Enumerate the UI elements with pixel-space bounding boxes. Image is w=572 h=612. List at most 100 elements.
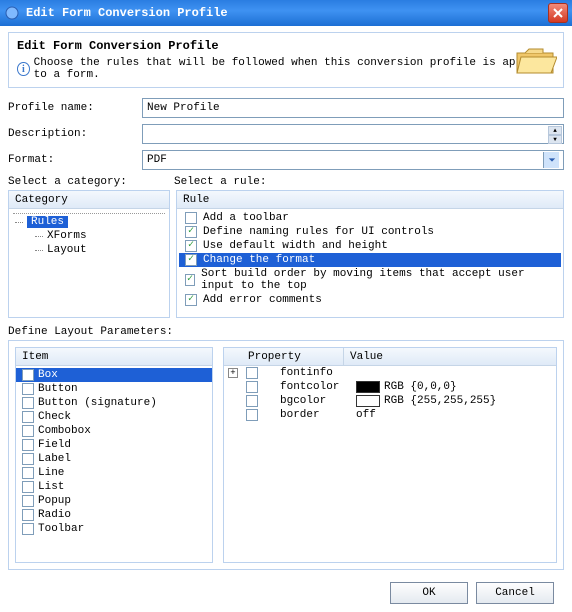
property-name: bgcolor xyxy=(262,395,352,407)
item-row[interactable]: Label xyxy=(16,452,212,466)
checkbox[interactable] xyxy=(22,523,34,535)
rule-item[interactable]: Sort build order by moving items that ac… xyxy=(179,267,561,293)
expand-icon[interactable]: + xyxy=(228,368,238,378)
checkbox[interactable] xyxy=(22,425,34,437)
item-row[interactable]: Line xyxy=(16,466,212,480)
checkbox[interactable] xyxy=(22,397,34,409)
checkbox[interactable] xyxy=(185,226,197,238)
item-label: Check xyxy=(38,411,71,423)
chevron-down-icon[interactable] xyxy=(543,152,559,168)
ok-button[interactable]: OK xyxy=(390,582,468,604)
expand-column xyxy=(224,356,242,358)
description-label: Description: xyxy=(8,128,142,140)
category-panel: Category RulesXFormsLayout xyxy=(8,190,170,318)
checkbox[interactable] xyxy=(185,254,197,266)
item-label: Box xyxy=(38,369,58,381)
item-label: Toolbar xyxy=(38,523,84,535)
property-name: fontcolor xyxy=(262,381,352,393)
cancel-button[interactable]: Cancel xyxy=(476,582,554,604)
item-label: Button xyxy=(38,383,78,395)
item-label: Line xyxy=(38,467,64,479)
checkbox[interactable] xyxy=(22,439,34,451)
rule-label: Use default width and height xyxy=(203,240,388,252)
checkbox[interactable] xyxy=(185,212,197,224)
rule-item[interactable]: Add error comments xyxy=(179,293,561,307)
item-row[interactable]: Button xyxy=(16,382,212,396)
checkbox[interactable] xyxy=(22,509,34,521)
spin-up-icon[interactable]: ▲ xyxy=(548,126,562,135)
checkbox[interactable] xyxy=(22,383,34,395)
rule-panel: Rule Add a toolbarDefine naming rules fo… xyxy=(176,190,564,318)
rule-label: Sort build order by moving items that ac… xyxy=(201,268,555,292)
format-label: Format: xyxy=(8,154,142,166)
select-category-label: Select a category: xyxy=(8,176,174,188)
profile-name-input[interactable] xyxy=(142,98,564,118)
property-row[interactable]: + fontinfo xyxy=(224,366,556,380)
select-rule-label: Select a rule: xyxy=(174,176,266,188)
checkbox[interactable] xyxy=(22,467,34,479)
checkbox[interactable] xyxy=(185,240,197,252)
rule-label: Define naming rules for UI controls xyxy=(203,226,434,238)
category-item[interactable]: Layout xyxy=(33,243,165,257)
item-label: Label xyxy=(38,453,71,465)
item-row[interactable]: Check xyxy=(16,410,212,424)
close-button[interactable] xyxy=(548,3,568,23)
item-row[interactable]: Toolbar xyxy=(16,522,212,536)
page-title: Edit Form Conversion Profile xyxy=(17,39,555,53)
profile-name-label: Profile name: xyxy=(8,102,142,114)
checkbox[interactable] xyxy=(185,294,197,306)
item-row[interactable]: Field xyxy=(16,438,212,452)
property-name: border xyxy=(262,409,352,421)
value-header: Value xyxy=(344,348,556,365)
rule-item[interactable]: Use default width and height xyxy=(179,239,561,253)
rule-label: Add a toolbar xyxy=(203,212,289,224)
category-item[interactable]: Rules xyxy=(13,213,165,229)
item-row[interactable]: Popup xyxy=(16,494,212,508)
description-input[interactable]: ▲ ▼ xyxy=(142,124,564,144)
item-label: Popup xyxy=(38,495,71,507)
rule-item[interactable]: Define naming rules for UI controls xyxy=(179,225,561,239)
item-row[interactable]: Button (signature) xyxy=(16,396,212,410)
item-label: Combobox xyxy=(38,425,91,437)
item-label: Field xyxy=(38,439,71,451)
property-panel: Property Value + fontinfo fontcolor RGB {0,… xyxy=(223,347,557,563)
checkbox[interactable] xyxy=(22,481,34,493)
window-title: Edit Form Conversion Profile xyxy=(26,6,548,20)
checkbox[interactable] xyxy=(22,495,34,507)
checkbox[interactable] xyxy=(22,411,34,423)
checkbox[interactable] xyxy=(22,453,34,465)
format-combo[interactable]: PDF xyxy=(142,150,564,170)
format-value: PDF xyxy=(147,154,543,166)
property-value: off xyxy=(356,409,552,421)
color-swatch xyxy=(356,381,380,393)
property-row[interactable]: bgcolorRGB {255,255,255} xyxy=(224,394,556,408)
checkbox[interactable] xyxy=(246,381,258,393)
checkbox[interactable] xyxy=(22,369,34,381)
item-row[interactable]: Radio xyxy=(16,508,212,522)
spin-down-icon[interactable]: ▼ xyxy=(548,135,562,144)
item-header: Item xyxy=(22,351,48,363)
titlebar: Edit Form Conversion Profile xyxy=(0,0,572,26)
checkbox[interactable] xyxy=(185,274,195,286)
item-row[interactable]: Combobox xyxy=(16,424,212,438)
checkbox[interactable] xyxy=(246,409,258,421)
item-row[interactable]: Box xyxy=(16,368,212,382)
category-item[interactable]: XForms xyxy=(33,229,165,243)
property-row[interactable]: fontcolor RGB {0,0,0} xyxy=(224,380,556,394)
app-icon xyxy=(4,5,20,21)
checkbox[interactable] xyxy=(246,367,258,379)
category-header: Category xyxy=(15,194,68,206)
property-row[interactable]: border off xyxy=(224,408,556,422)
folder-icon xyxy=(513,39,557,79)
property-header: Property xyxy=(242,348,344,365)
rule-label: Change the format xyxy=(203,254,315,266)
rule-item[interactable]: Add a toolbar xyxy=(179,211,561,225)
color-swatch xyxy=(356,395,380,407)
info-icon: i xyxy=(17,62,30,76)
property-value: RGB {0,0,0} xyxy=(356,381,552,393)
checkbox[interactable] xyxy=(246,395,258,407)
item-row[interactable]: List xyxy=(16,480,212,494)
property-name: fontinfo xyxy=(262,367,352,379)
item-panel: Item Box ButtonButton (signature)Check Com… xyxy=(15,347,213,563)
rule-item[interactable]: Change the format xyxy=(179,253,561,267)
